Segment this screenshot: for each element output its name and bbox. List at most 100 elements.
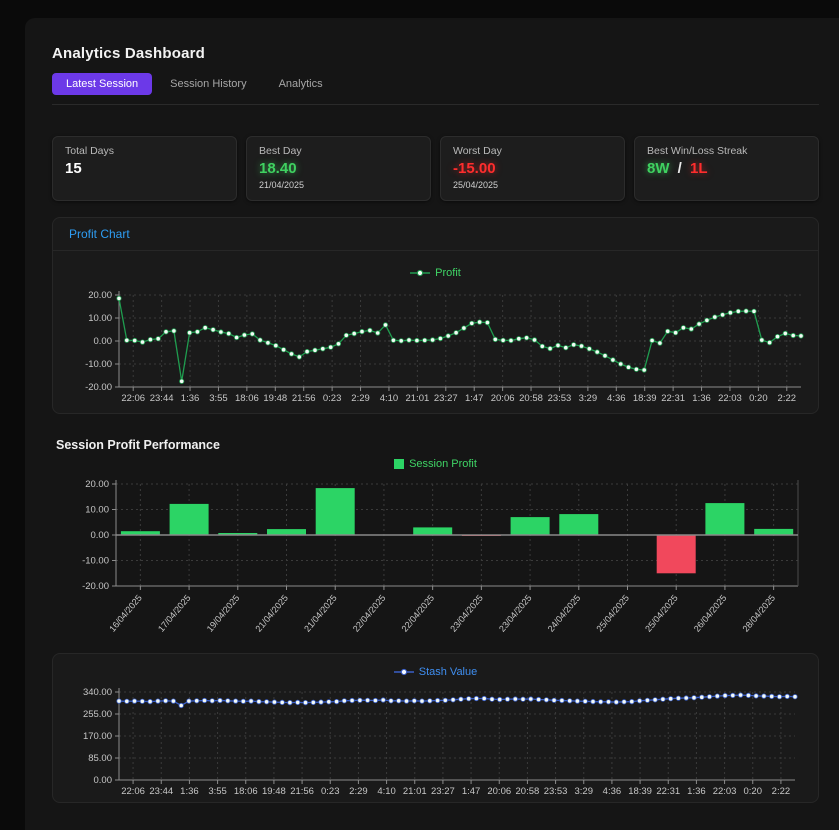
stat-card-total-days: Total Days 15 <box>52 136 237 201</box>
stat-value: 15 <box>65 160 224 177</box>
svg-text:22/04/2025: 22/04/2025 <box>400 593 437 634</box>
x-axis-labels: 16/04/2025 17/04/2025 19/04/2025 21/04/2025… <box>107 593 777 634</box>
svg-text:22:06: 22:06 <box>121 786 145 797</box>
svg-text:22:06: 22:06 <box>121 393 145 401</box>
session-profit-legend[interactable]: Session Profit <box>56 458 815 470</box>
svg-text:-10.00: -10.00 <box>85 359 112 370</box>
stat-label: Total Days <box>65 145 224 157</box>
stat-value-streak: 8W / 1L <box>647 160 806 177</box>
svg-text:1:36: 1:36 <box>180 786 199 797</box>
profit-chart-card: Profit Chart Profit 20.0010.000.00-10.00… <box>52 217 819 414</box>
profit-chart-body: Profit 20.0010.000.00-10.00-20.00 22:06 23… <box>53 251 818 413</box>
svg-text:22/04/2025: 22/04/2025 <box>351 593 388 634</box>
line-marker-icon <box>410 269 430 277</box>
profit-legend[interactable]: Profit <box>59 267 812 279</box>
svg-text:21/04/2025: 21/04/2025 <box>253 593 290 634</box>
svg-text:2:29: 2:29 <box>349 786 368 797</box>
svg-text:23:44: 23:44 <box>149 786 173 797</box>
svg-text:1:47: 1:47 <box>462 786 481 797</box>
svg-text:23:27: 23:27 <box>431 786 455 797</box>
svg-text:20.00: 20.00 <box>88 290 112 301</box>
svg-text:23:53: 23:53 <box>548 393 572 401</box>
svg-text:20:06: 20:06 <box>491 393 515 401</box>
svg-text:24/04/2025: 24/04/2025 <box>546 593 583 634</box>
svg-text:18:06: 18:06 <box>235 393 259 401</box>
svg-text:3:29: 3:29 <box>575 786 594 797</box>
svg-text:21:01: 21:01 <box>405 393 429 401</box>
svg-text:2:22: 2:22 <box>772 786 791 797</box>
svg-text:0.00: 0.00 <box>94 775 113 786</box>
streak-losses: 1L <box>690 160 708 177</box>
streak-separator: / <box>678 160 682 177</box>
svg-text:25/04/2025: 25/04/2025 <box>643 593 680 634</box>
x-axis-labels: 22:0623:441:363:5518:0619:4821:560:232:2… <box>121 393 796 401</box>
profit-legend-label: Profit <box>435 267 461 279</box>
y-axis-labels: 20.0010.000.00-10.00-20.00 <box>82 479 109 592</box>
tab-session-history[interactable]: Session History <box>156 73 260 95</box>
svg-text:0:20: 0:20 <box>744 786 763 797</box>
tab-latest-session[interactable]: Latest Session <box>52 73 152 95</box>
svg-text:23/04/2025: 23/04/2025 <box>497 593 534 634</box>
svg-text:21:56: 21:56 <box>292 393 316 401</box>
svg-text:21:01: 21:01 <box>403 786 427 797</box>
svg-text:17/04/2025: 17/04/2025 <box>156 593 193 634</box>
svg-text:1:36: 1:36 <box>181 393 200 401</box>
svg-text:16/04/2025: 16/04/2025 <box>107 593 144 634</box>
stash-series[interactable] <box>117 693 797 708</box>
svg-text:3:55: 3:55 <box>208 786 227 797</box>
svg-text:0:20: 0:20 <box>749 393 768 401</box>
svg-text:2:29: 2:29 <box>351 393 370 401</box>
svg-text:22:31: 22:31 <box>661 393 685 401</box>
stat-date: 25/04/2025 <box>453 180 612 190</box>
tab-analytics[interactable]: Analytics <box>265 73 337 95</box>
session-profit-legend-label: Session Profit <box>409 458 477 470</box>
svg-text:2:22: 2:22 <box>778 393 797 401</box>
svg-text:21/04/2025: 21/04/2025 <box>302 593 339 634</box>
stash-legend-label: Stash Value <box>419 666 478 678</box>
svg-text:0.00: 0.00 <box>91 530 110 541</box>
stat-value: 18.40 <box>259 160 418 177</box>
stat-card-best-day: Best Day 18.40 21/04/2025 <box>246 136 431 201</box>
stat-label: Worst Day <box>453 145 612 157</box>
stat-label: Best Win/Loss Streak <box>647 145 806 157</box>
chart-axes <box>115 291 801 391</box>
stash-chart-card: Stash Value 340.00255.00170.0085.000.002… <box>52 653 819 803</box>
svg-text:3:55: 3:55 <box>209 393 228 401</box>
svg-text:3:29: 3:29 <box>579 393 598 401</box>
svg-text:26/04/2025: 26/04/2025 <box>692 593 729 634</box>
svg-text:23/04/2025: 23/04/2025 <box>448 593 485 634</box>
svg-text:4:36: 4:36 <box>603 786 622 797</box>
svg-text:1:36: 1:36 <box>687 786 706 797</box>
profit-chart: 20.0010.000.00-10.00-20.0022:0623:441:36… <box>59 283 807 401</box>
session-profit-section: Session Profit Performance Session Profi… <box>52 438 819 639</box>
main-panel: Analytics Dashboard Latest Session Sessi… <box>25 18 839 830</box>
svg-text:4:10: 4:10 <box>377 786 396 797</box>
profit-chart-title: Profit Chart <box>53 218 818 251</box>
svg-text:25/04/2025: 25/04/2025 <box>594 593 631 634</box>
svg-text:19/04/2025: 19/04/2025 <box>205 593 242 634</box>
page-title: Analytics Dashboard <box>52 45 819 62</box>
svg-text:18:39: 18:39 <box>633 393 657 401</box>
svg-text:19:48: 19:48 <box>263 393 287 401</box>
svg-text:10.00: 10.00 <box>85 505 109 516</box>
svg-text:20:06: 20:06 <box>487 786 511 797</box>
svg-text:18:39: 18:39 <box>628 786 652 797</box>
svg-text:22:03: 22:03 <box>713 786 737 797</box>
svg-text:1:36: 1:36 <box>692 393 711 401</box>
y-axis-labels: 20.0010.000.00-10.00-20.00 <box>85 290 112 393</box>
session-profit-title: Session Profit Performance <box>56 438 815 452</box>
chart-grid <box>119 692 795 780</box>
stat-card-streak: Best Win/Loss Streak 8W / 1L <box>634 136 819 201</box>
svg-text:19:48: 19:48 <box>262 786 286 797</box>
session-profit-chart: 20.0010.000.00-10.00-20.0016/04/202517/0… <box>56 474 804 639</box>
profit-series[interactable] <box>117 296 803 383</box>
svg-text:21:56: 21:56 <box>290 786 314 797</box>
svg-text:0:23: 0:23 <box>321 786 340 797</box>
stash-legend[interactable]: Stash Value <box>59 666 812 678</box>
svg-text:20.00: 20.00 <box>85 479 109 490</box>
x-axis-labels: 22:0623:441:363:5518:0619:4821:560:232:2… <box>121 786 790 797</box>
square-marker-icon <box>394 459 404 469</box>
stat-date: 21/04/2025 <box>259 180 418 190</box>
line-marker-icon <box>394 668 414 676</box>
svg-text:28/04/2025: 28/04/2025 <box>741 593 778 634</box>
